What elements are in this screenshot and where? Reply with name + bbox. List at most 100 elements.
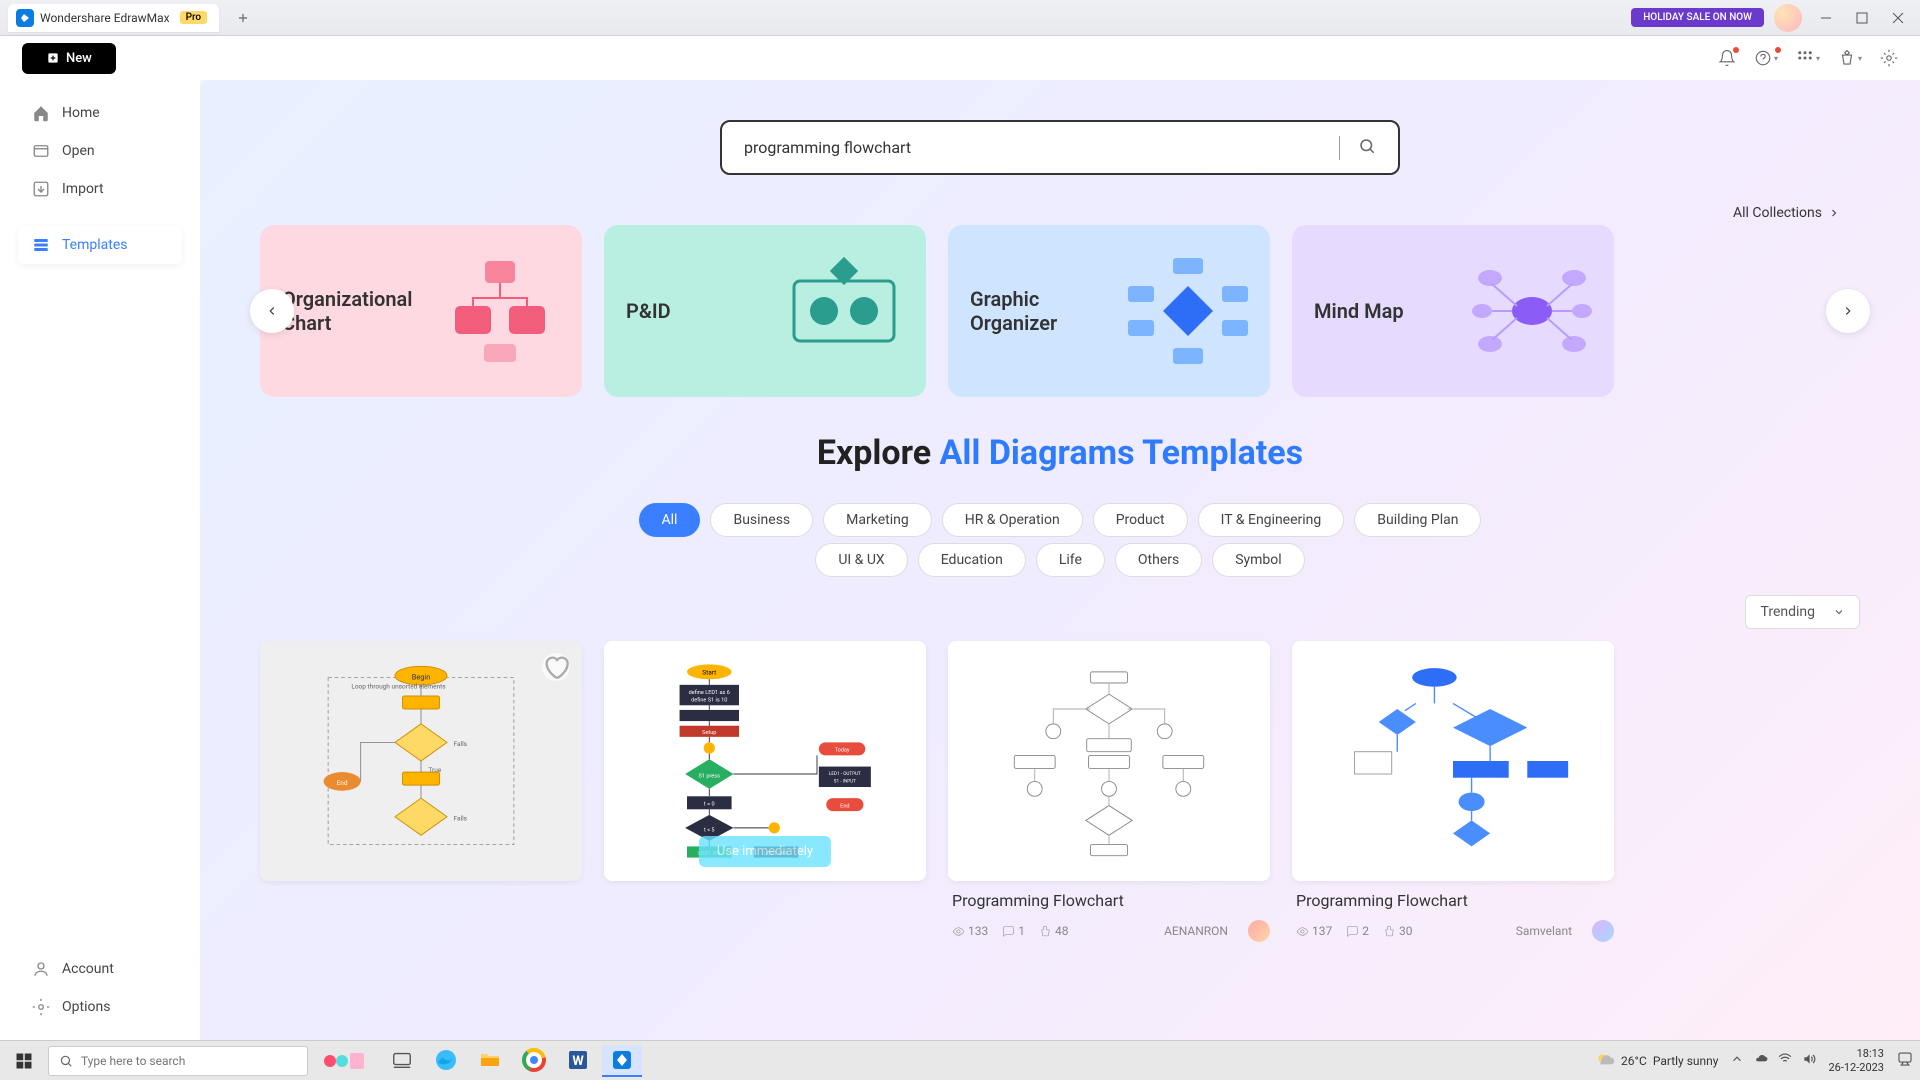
- toolbar: New ▾ ▾ ▾: [0, 36, 1920, 80]
- chrome-icon[interactable]: [514, 1045, 554, 1077]
- sidebar-label: Open: [62, 143, 95, 159]
- category-pill[interactable]: Business: [710, 503, 813, 537]
- new-tab-button[interactable]: [231, 6, 255, 30]
- volume-icon[interactable]: [1802, 1052, 1816, 1069]
- sidebar-item-templates[interactable]: Templates: [18, 226, 182, 264]
- svg-text:t < 5: t < 5: [704, 828, 715, 834]
- windows-taskbar: W 26°C Partly sunny 18:13 26-12-2023: [0, 1040, 1920, 1080]
- svg-text:S1 - INPUT: S1 - INPUT: [834, 778, 856, 784]
- taskbar-widget-icon[interactable]: [314, 1045, 376, 1077]
- start-button[interactable]: [6, 1045, 42, 1077]
- weather-widget[interactable]: 26°C Partly sunny: [1595, 1051, 1718, 1071]
- sidebar-label: Home: [62, 105, 100, 121]
- category-pill-all[interactable]: All: [639, 503, 701, 537]
- app-title: Wondershare EdrawMax: [40, 11, 170, 25]
- app-tab[interactable]: Wondershare EdrawMax Pro: [8, 4, 219, 32]
- sidebar-label: Import: [62, 181, 104, 197]
- taskbar-clock[interactable]: 18:13 26-12-2023: [1828, 1047, 1884, 1073]
- template-card[interactable]: Programming Flowchart 133 1 48 AENANRON: [948, 641, 1270, 942]
- svg-text:Falls: Falls: [454, 814, 468, 822]
- category-pill[interactable]: Education: [918, 543, 1026, 577]
- sidebar-item-home[interactable]: Home: [18, 94, 182, 132]
- app-logo-icon: [16, 9, 34, 27]
- titlebar: Wondershare EdrawMax Pro HOLIDAY SALE ON…: [0, 0, 1920, 36]
- sidebar-label: Templates: [62, 237, 128, 253]
- sidebar-item-account[interactable]: Account: [18, 950, 182, 988]
- category-pill[interactable]: Others: [1115, 543, 1202, 577]
- sort-dropdown[interactable]: Trending: [1745, 595, 1860, 629]
- category-pill[interactable]: Building Plan: [1354, 503, 1481, 537]
- svg-text:Loop through unsorted elements: Loop through unsorted elements: [351, 683, 446, 691]
- template-name: Programming Flowchart: [1292, 891, 1614, 910]
- search-button[interactable]: [1358, 137, 1376, 159]
- pid-icon: [784, 256, 904, 366]
- category-pill[interactable]: HR & Operation: [942, 503, 1083, 537]
- maximize-button[interactable]: [1848, 4, 1876, 32]
- category-pill[interactable]: Life: [1036, 543, 1105, 577]
- mind-map-icon: [1472, 256, 1592, 366]
- template-name: Programming Flowchart: [948, 891, 1270, 910]
- sidebar: Home Open Import Templates Account Optio…: [0, 80, 200, 1040]
- collection-card-org-chart[interactable]: Organizational Chart: [260, 225, 582, 397]
- tray-expand-icon[interactable]: [1730, 1052, 1744, 1069]
- svg-text:t = 0: t = 0: [704, 802, 715, 808]
- svg-text:LED1 - OUTPUT: LED1 - OUTPUT: [829, 771, 861, 777]
- collection-card-pid[interactable]: P&ID: [604, 225, 926, 397]
- category-filter-row: All Business Marketing HR & Operation Pr…: [260, 503, 1860, 537]
- author-avatar-icon: [1248, 920, 1270, 942]
- onedrive-icon[interactable]: [1754, 1052, 1768, 1069]
- search-input[interactable]: [744, 138, 1321, 157]
- favorite-icon[interactable]: [542, 653, 570, 681]
- notification-dot-icon: [1733, 47, 1739, 53]
- sidebar-item-import[interactable]: Import: [18, 170, 182, 208]
- wifi-icon[interactable]: [1778, 1052, 1792, 1069]
- pro-badge: Pro: [180, 11, 207, 24]
- edrawmax-taskbar-icon[interactable]: [602, 1045, 642, 1077]
- close-button[interactable]: [1884, 4, 1912, 32]
- template-card[interactable]: Begin End Loop through unsorted elements…: [260, 641, 582, 942]
- taskview-icon[interactable]: [382, 1045, 422, 1077]
- svg-text:End: End: [337, 779, 348, 787]
- shop-icon[interactable]: ▾: [1838, 49, 1862, 67]
- carousel-prev-button[interactable]: [250, 289, 294, 333]
- all-collections-link[interactable]: All Collections: [1733, 205, 1840, 221]
- template-card[interactable]: Programming Flowchart 137 2 30 Samvelant: [1292, 641, 1614, 942]
- svg-text:W: W: [572, 1054, 584, 1069]
- word-icon[interactable]: W: [558, 1045, 598, 1077]
- template-meta: 137 2 30 Samvelant: [1292, 920, 1614, 942]
- explorer-icon[interactable]: [470, 1045, 510, 1077]
- action-center-icon[interactable]: [1896, 1050, 1914, 1071]
- edge-icon[interactable]: [426, 1045, 466, 1077]
- carousel-next-button[interactable]: [1826, 289, 1870, 333]
- svg-text:Begin: Begin: [412, 672, 431, 681]
- templates-grid: Begin End Loop through unsorted elements…: [260, 641, 1860, 942]
- template-meta: 133 1 48 AENANRON: [948, 920, 1270, 942]
- category-pill[interactable]: Product: [1093, 503, 1188, 537]
- category-pill[interactable]: Marketing: [823, 503, 932, 537]
- content-area: All Collections Organizational Chart P&I…: [200, 80, 1920, 1040]
- taskbar-search[interactable]: [48, 1046, 308, 1076]
- sidebar-item-open[interactable]: Open: [18, 132, 182, 170]
- new-button[interactable]: New: [22, 43, 116, 74]
- svg-text:End: End: [840, 803, 849, 809]
- apps-icon[interactable]: ▾: [1796, 49, 1820, 67]
- use-immediately-button[interactable]: Use immediately: [699, 836, 831, 867]
- author-avatar-icon: [1592, 920, 1614, 942]
- category-pill[interactable]: Symbol: [1212, 543, 1304, 577]
- help-icon[interactable]: ▾: [1754, 49, 1778, 67]
- template-card[interactable]: Start define LED1 as 6define S1 is 10 Se…: [604, 641, 926, 942]
- settings-icon[interactable]: [1880, 49, 1898, 67]
- taskbar-search-input[interactable]: [81, 1054, 297, 1068]
- minimize-button[interactable]: [1812, 4, 1840, 32]
- category-pill[interactable]: UI & UX: [815, 543, 907, 577]
- notification-icon[interactable]: [1718, 49, 1736, 67]
- holiday-sale-badge[interactable]: HOLIDAY SALE ON NOW: [1631, 8, 1764, 27]
- category-pill[interactable]: IT & Engineering: [1198, 503, 1345, 537]
- org-chart-icon: [440, 256, 560, 366]
- graphic-organizer-icon: [1128, 256, 1248, 366]
- collection-card-graphic-organizer[interactable]: Graphic Organizer: [948, 225, 1270, 397]
- sidebar-item-options[interactable]: Options: [18, 988, 182, 1026]
- collection-card-mind-map[interactable]: Mind Map: [1292, 225, 1614, 397]
- svg-text:Start: Start: [702, 669, 716, 677]
- user-avatar[interactable]: [1774, 4, 1802, 32]
